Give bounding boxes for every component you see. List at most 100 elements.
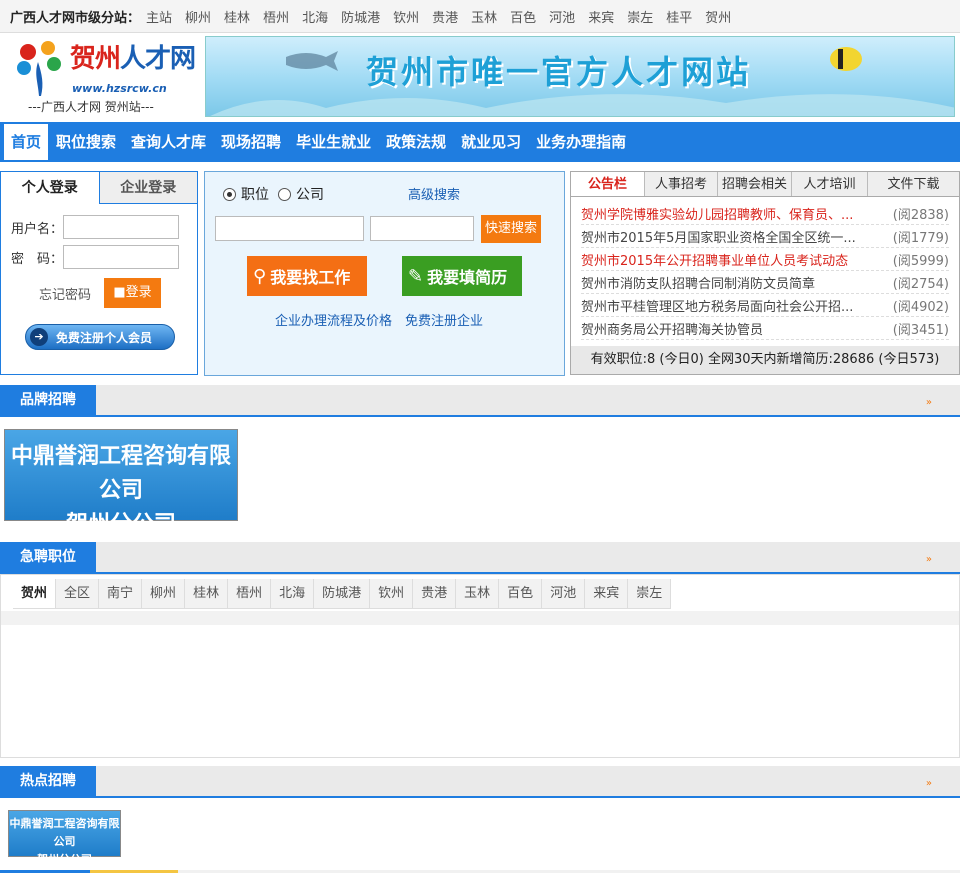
tab-city[interactable]: 贵港 (413, 579, 457, 608)
nav-item-talent-pool[interactable]: 查询人才库 (124, 124, 213, 160)
tab-training[interactable]: 人才培训 (792, 172, 868, 196)
tab-city[interactable]: 全区 (56, 579, 100, 608)
nav-item-internship[interactable]: 就业见习 (454, 124, 528, 160)
substation-link[interactable]: 玉林 (471, 7, 497, 26)
radio-company[interactable]: 公司 (278, 184, 324, 204)
tab-city[interactable]: 河池 (542, 579, 586, 608)
tab-city[interactable]: 来宾 (585, 579, 629, 608)
more-icon[interactable]: » (926, 554, 932, 565)
substation-link[interactable]: 崇左 (627, 7, 653, 26)
logo-flower-icon (17, 41, 61, 96)
substation-link[interactable]: 桂平 (666, 7, 692, 26)
nav-item-job-search[interactable]: 职位搜索 (49, 124, 123, 160)
substation-link[interactable]: 贵港 (432, 7, 458, 26)
tab-city[interactable]: 南宁 (99, 579, 143, 608)
advanced-search-link[interactable]: 高级搜索 (408, 184, 460, 203)
banner-title: 贺州市唯一官方人才网站 (366, 53, 752, 91)
list-item[interactable]: 贺州市2015年公开招聘事业单位人员考试动态 (阅5999) (581, 248, 949, 271)
location-input[interactable] (370, 216, 474, 241)
substation-link[interactable]: 贺州 (705, 7, 731, 26)
tab-city[interactable]: 北海 (271, 579, 315, 608)
username-row: 用户名： (11, 215, 179, 239)
radio-job[interactable]: 职位 (223, 184, 269, 204)
login-tabs: 个人登录 企业登录 (1, 172, 197, 204)
find-job-button[interactable]: ⚲ 我要找工作 (247, 256, 367, 296)
company-process-link[interactable]: 企业办理流程及价格 (275, 310, 392, 329)
tab-city[interactable]: 百色 (499, 579, 543, 608)
register-personal-button[interactable]: ➔ 免费注册个人会员 (25, 324, 175, 350)
password-input[interactable] (63, 245, 179, 269)
main-nav: 首页 职位搜索 查询人才库 现场招聘 毕业生就业 政策法规 就业见习 业务办理指… (0, 122, 960, 162)
list-item[interactable]: 贺州市消防支队招聘合同制消防文员简章 (阅2754) (581, 271, 949, 294)
substation-link[interactable]: 北海 (302, 7, 328, 26)
tab-notices[interactable]: 公告栏 (571, 172, 645, 196)
substation-link[interactable]: 百色 (510, 7, 536, 26)
list-item[interactable]: 贺州市平桂管理区地方税务局面向社会公开招... (阅4902) (581, 294, 949, 317)
header-banner[interactable]: 贺州市唯一官方人才网站 (205, 36, 955, 117)
nav-item-guide[interactable]: 业务办理指南 (529, 124, 633, 160)
site-logo[interactable]: 贺州人才网 www.hzsrcw.cn ---广西人才网 贺州站--- (8, 36, 198, 118)
more-icon[interactable]: » (926, 397, 932, 408)
substation-link[interactable]: 钦州 (393, 7, 419, 26)
tab-personnel-exams[interactable]: 人事招考 (645, 172, 718, 196)
brand-recruit-header: 品牌招聘 » (0, 385, 960, 417)
substation-link[interactable]: 防城港 (341, 7, 380, 26)
tab-city[interactable]: 崇左 (628, 579, 672, 608)
fill-resume-button[interactable]: ✎ 我要填简历 (402, 256, 522, 296)
username-input[interactable] (63, 215, 179, 239)
pencil-icon: ✎ (408, 265, 424, 287)
site-stats: 有效职位:8 (今日0) 全网30天内新增简历:28686 (今日573) (571, 346, 959, 374)
tab-city[interactable]: 防城港 (314, 579, 371, 608)
substation-link[interactable]: 河池 (549, 7, 575, 26)
substation-link[interactable]: 主站 (146, 7, 172, 26)
tab-city[interactable]: 桂林 (185, 579, 229, 608)
forgot-password-link[interactable]: 忘记密码 (39, 284, 91, 303)
radio-unselected-icon (278, 187, 291, 201)
tab-city[interactable]: 钦州 (370, 579, 414, 608)
tab-city[interactable]: 贺州 (13, 579, 57, 608)
username-label: 用户名： (11, 221, 64, 237)
search-icon: ⚲ (253, 265, 267, 287)
password-label: 密 码： (11, 251, 64, 267)
substation-link[interactable]: 来宾 (588, 7, 614, 26)
tab-city[interactable]: 柳州 (142, 579, 186, 608)
radio-selected-icon (223, 187, 236, 201)
urgent-jobs-header: 急聘职位 » (0, 542, 960, 574)
register-company-link[interactable]: 免费注册企业 (405, 310, 483, 329)
city-tabs: 贺州 全区 南宁 柳州 桂林 梧州 北海 防城港 钦州 贵港 玉林 百色 河池 … (13, 579, 672, 609)
nav-item-home[interactable]: 首页 (4, 124, 49, 160)
notice-panel: 公告栏 人事招考 招聘会相关 人才培训 文件下载 贺州学院博雅实验幼儿园招聘教师… (570, 171, 960, 375)
hot-company-logo[interactable]: 中鼎誉润工程咨询有限公司 贺州分公司 (8, 810, 121, 866)
logo-subtitle: ---广西人才网 贺州站--- (28, 100, 154, 114)
nav-item-graduates[interactable]: 毕业生就业 (289, 124, 378, 160)
keyword-input[interactable] (215, 216, 364, 241)
substation-label: 广西人才网市级分站： (10, 10, 141, 26)
logo-url: www.hzsrcw.cn (72, 82, 167, 95)
notice-list: 贺州学院博雅实验幼儿园招聘教师、保育员、... (阅2838) 贺州市2015年5… (581, 202, 949, 340)
substation-link[interactable]: 柳州 (185, 7, 211, 26)
login-panel: 个人登录 企业登录 用户名： 密 码： 忘记密码 ■登录 ➔ 免费注册个人会员 (0, 171, 198, 375)
brand-company-logo[interactable]: 中鼎誉润工程咨询有限公司 贺州分公司 (4, 429, 238, 537)
user-icon: ■ (113, 285, 126, 300)
list-item[interactable]: 贺州商务局公开招聘海关协管员 (阅3451) (581, 317, 949, 340)
list-item[interactable]: 贺州市2015年5月国家职业资格全国全区统一... (阅1779) (581, 225, 949, 248)
notice-tabs: 公告栏 人事招考 招聘会相关 人才培训 文件下载 (571, 172, 959, 197)
tab-company-login[interactable]: 企业登录 (98, 172, 197, 204)
tab-job-fairs[interactable]: 招聘会相关 (718, 172, 792, 196)
quick-search-button[interactable]: 快速搜索 (481, 215, 541, 243)
more-icon[interactable]: » (926, 778, 932, 789)
password-row: 密 码： (11, 245, 179, 269)
tab-personal-login[interactable]: 个人登录 (1, 172, 99, 204)
list-item[interactable]: 贺州学院博雅实验幼儿园招聘教师、保育员、... (阅2838) (581, 202, 949, 225)
substation-link[interactable]: 桂林 (224, 7, 250, 26)
arrow-right-icon: ➔ (30, 328, 48, 346)
tab-city[interactable]: 玉林 (456, 579, 500, 608)
tab-downloads[interactable]: 文件下载 (868, 172, 959, 196)
section-title: 热点招聘 (0, 766, 96, 796)
substation-link[interactable]: 梧州 (263, 7, 289, 26)
login-button[interactable]: ■登录 (104, 278, 161, 308)
hot-recruit-header: 热点招聘 » (0, 766, 960, 798)
nav-item-policy[interactable]: 政策法规 (379, 124, 453, 160)
tab-city[interactable]: 梧州 (228, 579, 272, 608)
nav-item-onsite-recruit[interactable]: 现场招聘 (214, 124, 288, 160)
